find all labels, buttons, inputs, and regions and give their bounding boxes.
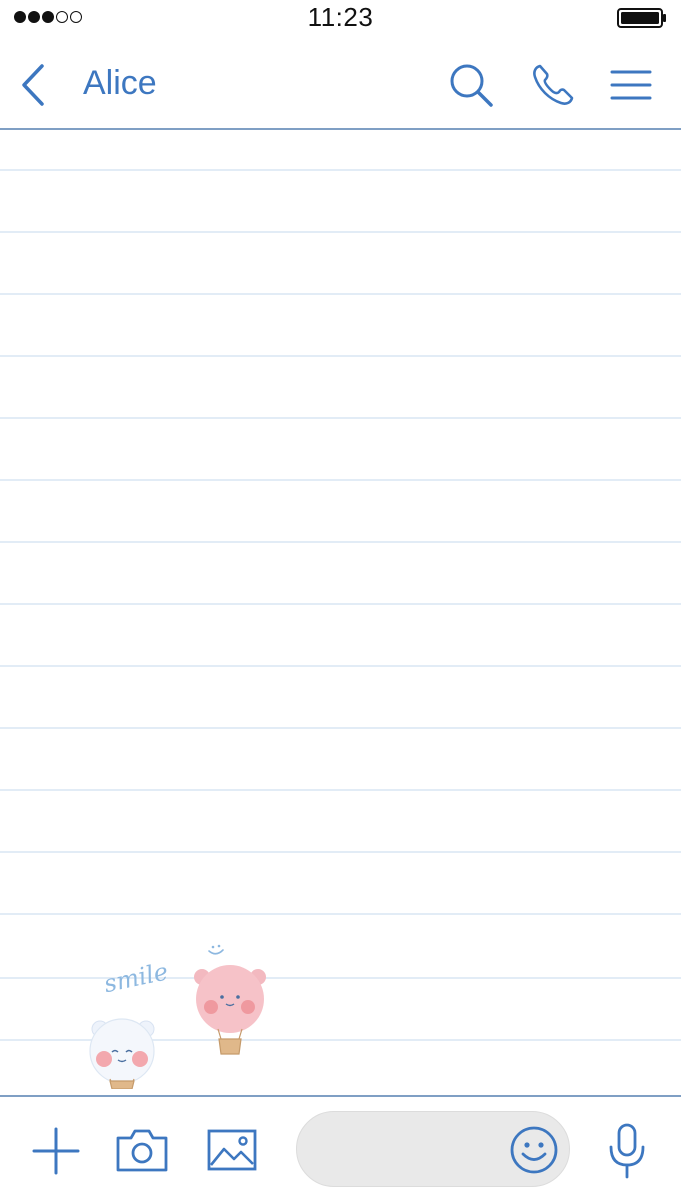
ruled-line [0, 913, 681, 915]
menu-icon[interactable] [608, 62, 654, 108]
ruled-line [0, 355, 681, 357]
smiley-icon[interactable] [509, 1125, 559, 1175]
microphone-icon[interactable] [606, 1123, 648, 1179]
chat-message-area[interactable]: smile [0, 131, 681, 1095]
message-toolbar [0, 1095, 681, 1200]
ruled-line [0, 541, 681, 543]
image-icon[interactable] [207, 1129, 257, 1171]
chat-header: Alice [0, 36, 681, 130]
ruled-line [0, 169, 681, 171]
ruled-line [0, 851, 681, 853]
phone-icon[interactable] [530, 62, 576, 108]
message-input[interactable] [319, 1112, 503, 1188]
message-input-field[interactable] [296, 1111, 570, 1188]
bear-balloons-sticker: smile [89, 944, 266, 1089]
toolbar-divider [0, 1095, 681, 1097]
battery-full-icon [617, 8, 666, 28]
ruled-line [0, 417, 681, 419]
ruled-line [0, 789, 681, 791]
chevron-left-icon[interactable] [16, 62, 50, 108]
page-title: Alice [83, 64, 157, 102]
camera-icon[interactable] [116, 1128, 168, 1172]
header-divider [0, 128, 681, 130]
ruled-line [0, 231, 681, 233]
ruled-line [0, 293, 681, 295]
status-time: 11:23 [307, 2, 374, 32]
status-bar: 11:23 [0, 0, 681, 36]
ruled-line [0, 479, 681, 481]
ruled-line [0, 727, 681, 729]
plus-icon[interactable] [32, 1127, 80, 1175]
ruled-line [0, 665, 681, 667]
search-icon[interactable] [448, 62, 494, 108]
ruled-line [0, 603, 681, 605]
sticker-text: smile [101, 957, 170, 998]
